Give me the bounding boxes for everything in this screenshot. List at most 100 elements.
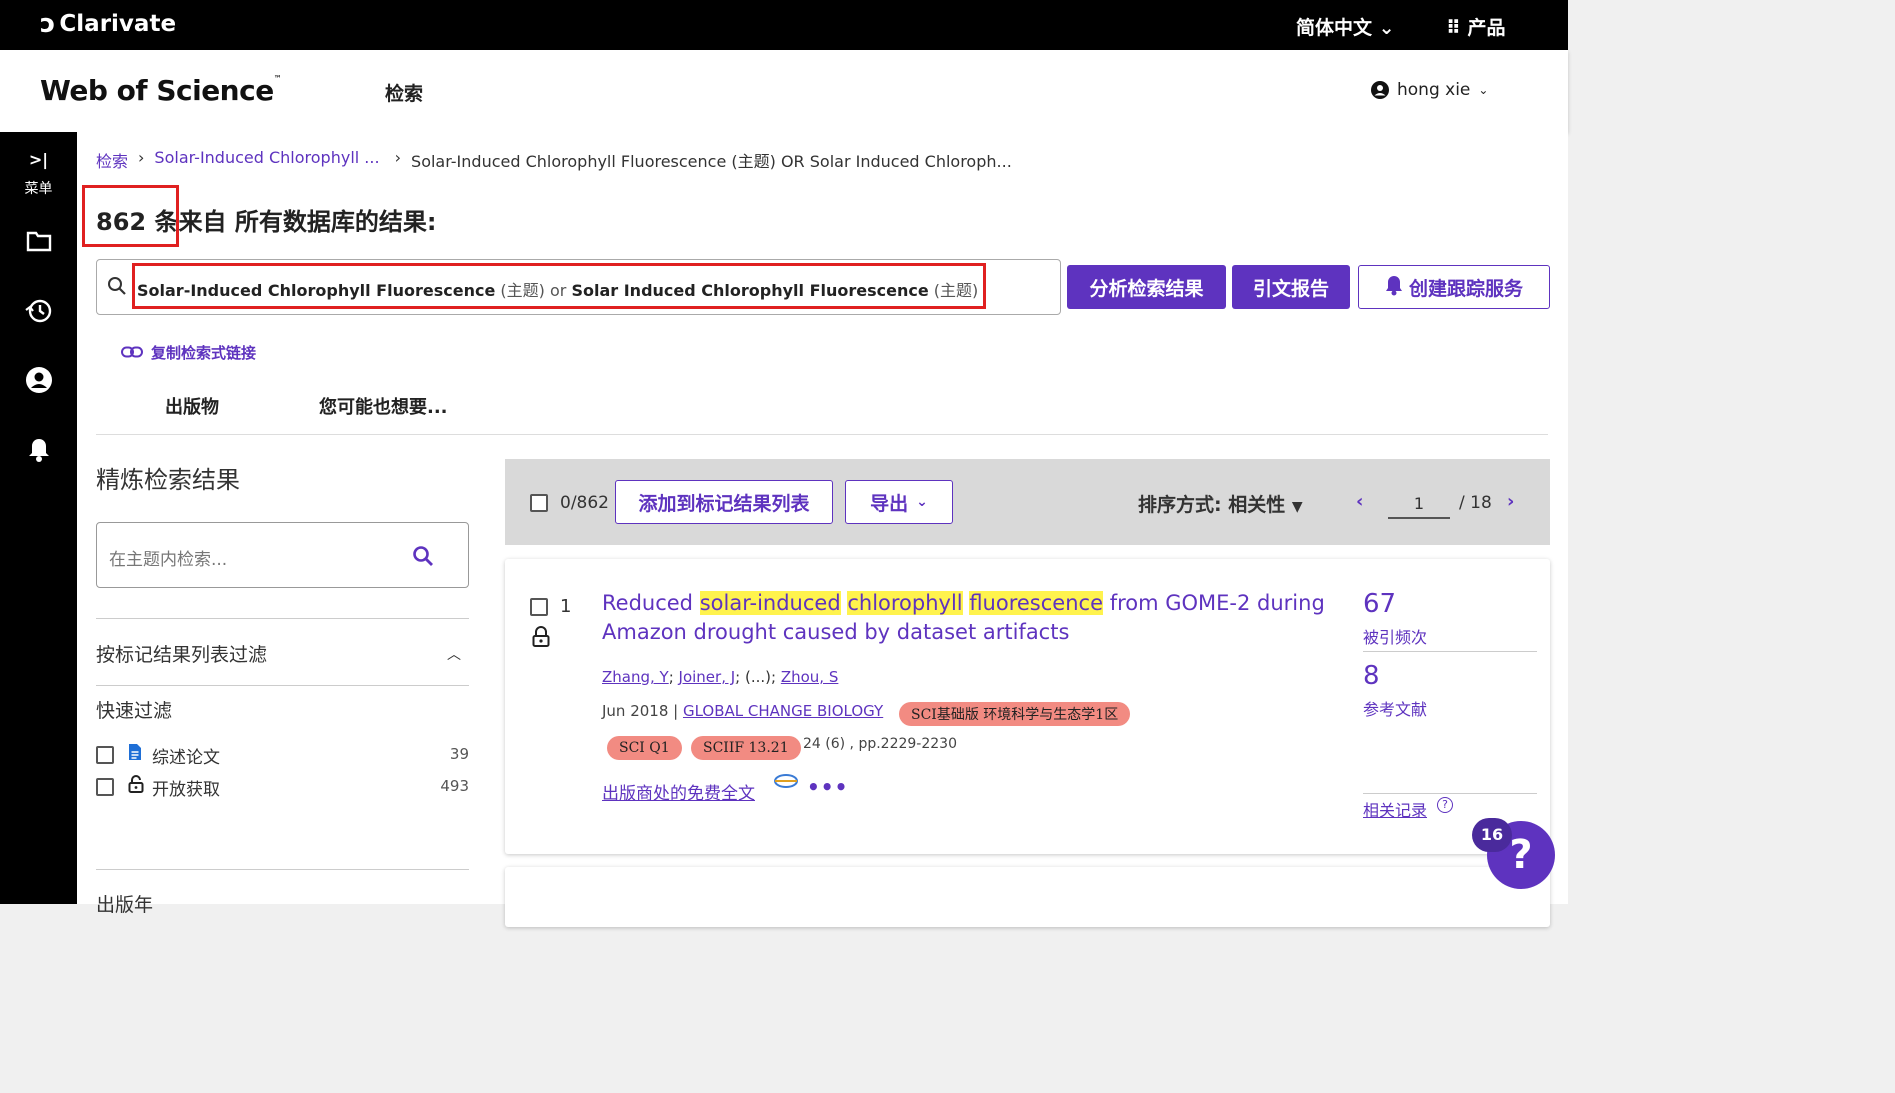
folder-icon[interactable] (0, 230, 77, 256)
nav-search-link[interactable]: 检索 (385, 79, 423, 106)
help-count-badge: 16 (1472, 818, 1512, 852)
references-label: 参考文献 (1363, 700, 1428, 719)
products-label: 产品 (1467, 17, 1506, 39)
more-options-icon[interactable]: ••• (807, 775, 848, 799)
filter-open-access[interactable]: 开放获取 493 (96, 775, 469, 800)
refine-title: 精炼检索结果 (96, 466, 240, 494)
expand-menu-icon[interactable]: >| (0, 150, 77, 169)
open-access-checkbox[interactable] (96, 778, 114, 796)
wos-logo-text: Web of Science (40, 74, 274, 107)
divider (96, 869, 469, 870)
filter-review-articles[interactable]: 综述论文 39 (96, 743, 469, 768)
sciif-badge: SCIIF 13.21 (691, 736, 801, 760)
grid-icon: ⠿ (1446, 17, 1468, 39)
breadcrumb-separator: › (138, 148, 145, 167)
user-avatar-icon (1371, 81, 1389, 99)
sort-label: 排序方式: 相关性 (1138, 494, 1286, 516)
record-title[interactable]: Reduced solar-induced chlorophyll fluore… (602, 589, 1332, 647)
citation-count[interactable]: 67 (1363, 589, 1396, 619)
sort-dropdown[interactable]: 排序方式: 相关性 ▼ (1138, 490, 1303, 517)
author-link[interactable]: Zhou, S (781, 668, 839, 686)
record-meta: Jun 2018 | GLOBAL CHANGE BIOLOGY (602, 702, 884, 720)
chevron-up-icon[interactable]: ︿ (447, 644, 461, 664)
chevron-down-icon: ⌄ (916, 494, 928, 510)
language-selector[interactable]: 简体中文 ⌄ (1296, 13, 1395, 40)
citation-report-button[interactable]: 引文报告 (1232, 265, 1350, 309)
related-records-link[interactable]: 相关记录 (1363, 797, 1427, 821)
history-icon[interactable] (0, 298, 77, 328)
review-label: 综述论文 (152, 748, 220, 768)
main-content: 检索 › Solar-Induced Chlorophyll ... › Sol… (77, 132, 1568, 927)
references-count[interactable]: 8 (1363, 661, 1380, 691)
breadcrumb-search[interactable]: 检索 (96, 148, 128, 172)
tab-you-may-like[interactable]: 您可能也想要... (319, 393, 448, 419)
next-page-icon[interactable]: › (1507, 491, 1514, 512)
record-volume: 24 (6) , pp.2229-2230 (803, 736, 957, 752)
copy-link-label: 复制检索式链接 (151, 344, 257, 362)
result-tabs: 出版物 您可能也想要... (165, 393, 448, 419)
analyze-results-button[interactable]: 分析检索结果 (1067, 265, 1226, 309)
top-bar: ↄ Clarivate 简体中文 ⌄ ⠿ 产品 (0, 0, 1568, 50)
quick-filter-title: 快速过滤 (96, 700, 173, 722)
filter-marked-list[interactable]: 按标记结果列表过滤 (96, 640, 267, 667)
record-card: 1 Reduced solar-induced chlorophyll fluo… (505, 559, 1550, 854)
breadcrumb: 检索 › Solar-Induced Chlorophyll ... › Sol… (96, 148, 1012, 172)
total-pages: / 18 (1459, 493, 1492, 513)
copy-query-link[interactable]: 复制检索式链接 (121, 342, 256, 363)
author-link[interactable]: Joiner, J (679, 668, 736, 686)
app-header: Web of Science™ 检索 hong xie ⌄ (0, 50, 1568, 132)
title-highlight: chlorophyll (847, 591, 963, 615)
unlock-icon (128, 775, 144, 797)
refine-search-input[interactable]: 在主题内检索... (96, 522, 469, 588)
globe-icon[interactable] (773, 771, 799, 796)
create-alert-label: 创建跟踪服务 (1408, 277, 1523, 300)
search-icon (107, 276, 127, 300)
clarivate-logo[interactable]: ↄ Clarivate (40, 11, 176, 37)
breadcrumb-current: Solar-Induced Chlorophyll Fluorescence (… (411, 152, 1012, 171)
add-to-marked-list-button[interactable]: 添加到标记结果列表 (615, 480, 833, 524)
search-icon[interactable] (412, 545, 434, 571)
clarivate-mark-icon: ↄ (40, 9, 56, 39)
trademark: ™ (273, 74, 282, 83)
wos-logo[interactable]: Web of Science™ (40, 74, 282, 107)
user-name: hong xie (1397, 80, 1471, 100)
journal-link[interactable]: GLOBAL CHANGE BIOLOGY (683, 702, 883, 720)
create-alert-button[interactable]: 创建跟踪服务 (1358, 265, 1550, 309)
annotation-box-count (82, 185, 179, 247)
annotation-box-query (132, 263, 986, 309)
results-toolbar: 0/862 添加到标记结果列表 导出 ⌄ 排序方式: 相关性 ▼ ‹ 1 / 1… (505, 459, 1550, 545)
tab-publications[interactable]: 出版物 (165, 393, 219, 419)
divider (96, 434, 1548, 435)
breadcrumb-separator: › (389, 148, 402, 167)
author-link[interactable]: Zhang, Y (602, 668, 669, 686)
chevron-down-icon: ⌄ (1478, 83, 1489, 97)
products-menu[interactable]: ⠿ 产品 (1446, 13, 1505, 40)
page-number-input[interactable]: 1 (1388, 489, 1450, 519)
title-part: Reduced (602, 591, 694, 615)
clarivate-brand-text: Clarivate (59, 11, 177, 37)
user-menu[interactable]: hong xie ⌄ (1371, 80, 1488, 100)
divider (1363, 793, 1537, 794)
authors-more[interactable]: (...) (745, 668, 771, 686)
sci-base-badge: SCI基础版 环境科学与生态学1区 (899, 702, 1131, 726)
menu-label[interactable]: 菜单 (0, 178, 77, 198)
link-icon (121, 344, 143, 362)
export-button[interactable]: 导出 ⌄ (845, 480, 953, 524)
publication-year-filter[interactable]: 出版年 (96, 890, 153, 917)
record-checkbox[interactable] (530, 598, 548, 616)
breadcrumb-query-short[interactable]: Solar-Induced Chlorophyll ... (154, 148, 379, 172)
sci-q-badge: SCI Q1 (607, 736, 682, 760)
profile-icon[interactable] (0, 367, 77, 397)
review-checkbox[interactable] (96, 746, 114, 764)
previous-page-icon[interactable]: ‹ (1356, 491, 1363, 512)
title-highlight: fluorescence (969, 591, 1103, 615)
caret-down-icon: ▼ (1291, 499, 1303, 515)
divider (96, 618, 469, 619)
help-icon[interactable]: ? (1437, 797, 1453, 813)
divider (96, 685, 469, 686)
select-all-checkbox[interactable] (530, 494, 548, 512)
open-access-label: 开放获取 (152, 780, 220, 800)
bell-icon[interactable] (0, 437, 77, 467)
free-fulltext-link[interactable]: 出版商处的免费全文 (602, 779, 755, 804)
record-date: Jun 2018 (602, 702, 669, 720)
